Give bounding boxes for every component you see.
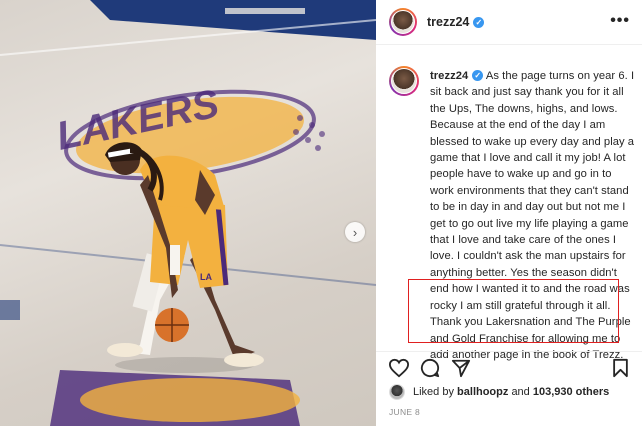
likes-summary: Liked by ballhoopz and 103,930 others xyxy=(389,384,609,400)
likes-prefix: Liked by xyxy=(413,386,454,398)
caption-username[interactable]: trezz24 ✓ xyxy=(430,70,484,82)
heart-icon[interactable] xyxy=(388,358,410,383)
caption-avatar[interactable] xyxy=(389,66,419,96)
comment-icon[interactable] xyxy=(420,358,440,383)
liker-avatar[interactable] xyxy=(389,384,405,400)
share-icon[interactable] xyxy=(451,358,471,383)
caption-body: As the page turns on year 6. I sit back … xyxy=(430,70,635,361)
verified-badge-icon: ✓ xyxy=(473,17,485,28)
bookmark-icon[interactable] xyxy=(612,358,629,383)
verified-badge-icon: ✓ xyxy=(472,70,484,81)
avatar[interactable] xyxy=(389,8,417,36)
caption-text: trezz24 ✓ As the page turns on year 6. I … xyxy=(430,68,635,363)
post-detail-panel: trezz24 ✓ ••• trezz24 ✓ As the page turns … xyxy=(376,0,642,426)
post-photo: LAKERS LA › xyxy=(0,0,376,426)
likes-and: and xyxy=(511,386,530,398)
chevron-right-icon[interactable]: › xyxy=(345,222,365,242)
svg-text:LA: LA xyxy=(200,272,212,282)
more-options-icon[interactable]: ••• xyxy=(610,12,630,30)
likes-count[interactable]: 103,930 others xyxy=(533,386,609,398)
post-header: trezz24 ✓ ••• xyxy=(376,0,642,45)
photo-illustration: LAKERS LA xyxy=(0,0,376,426)
action-bar xyxy=(376,351,642,382)
header-username[interactable]: trezz24 ✓ xyxy=(427,15,485,29)
post-date[interactable]: JUNE 8 xyxy=(389,407,420,417)
liked-by-user[interactable]: ballhoopz xyxy=(457,386,508,398)
